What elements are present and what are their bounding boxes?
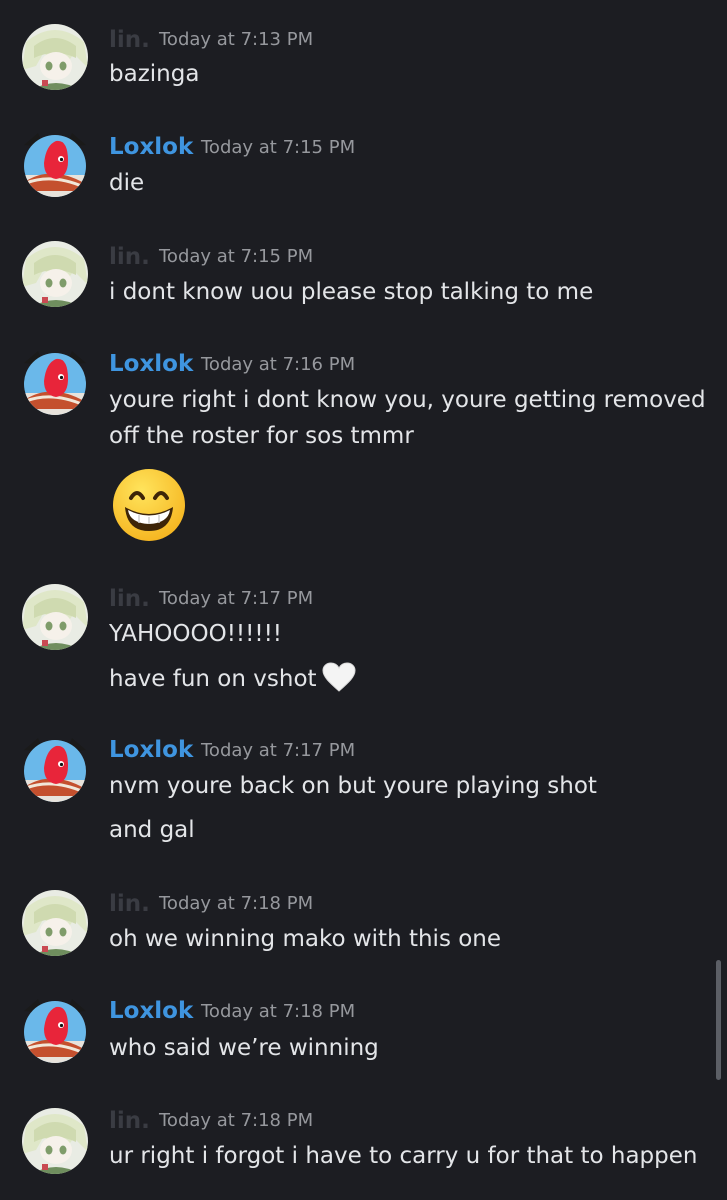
avatar-lin[interactable] (22, 24, 88, 90)
message-timestamp: Today at 7:17 PM (201, 740, 356, 761)
message-timestamp: Today at 7:16 PM (201, 354, 356, 375)
avatar-lin[interactable] (22, 241, 88, 307)
message-timestamp: Today at 7:18 PM (201, 1001, 356, 1022)
username[interactable]: Loxlok (109, 350, 193, 378)
username[interactable]: Loxlok (109, 736, 193, 764)
avatar-lin[interactable] (22, 1108, 88, 1174)
message-timestamp: Today at 7:18 PM (159, 893, 314, 914)
avatar-loxlok[interactable] (22, 349, 88, 415)
message-timestamp: Today at 7:15 PM (201, 137, 356, 158)
message-text: oh we winning mako with this one (109, 926, 502, 952)
message-text: who said we’re winning (109, 1035, 379, 1061)
white-heart-emoji (322, 662, 356, 700)
message-text: have fun on vshot (109, 666, 317, 692)
message-text-with-emoji: have fun on vshot (109, 662, 356, 700)
message-text: off the roster for sos tmmr (109, 423, 414, 449)
username[interactable]: lin. (109, 26, 150, 54)
avatar-loxlok[interactable] (22, 997, 88, 1063)
message-text: bazinga (109, 61, 200, 87)
message-text: i dont know uou please stop talking to m… (109, 279, 594, 305)
message-timestamp: Today at 7:17 PM (159, 588, 314, 609)
message-timestamp: Today at 7:15 PM (159, 246, 314, 267)
avatar-lin[interactable] (22, 584, 88, 650)
message-text: die (109, 170, 145, 196)
message-list[interactable]: lin. Today at 7:13 PM bazinga Loxlok Tod… (0, 0, 727, 1200)
avatar-lin[interactable] (22, 890, 88, 956)
scrollbar-thumb[interactable] (716, 960, 721, 1080)
message-timestamp: Today at 7:18 PM (159, 1110, 314, 1131)
avatar-loxlok[interactable] (22, 131, 88, 197)
message-text: ur right i forgot i have to carry u for … (109, 1143, 698, 1169)
username[interactable]: lin. (109, 890, 150, 918)
message-text: and gal (109, 817, 195, 843)
username[interactable]: lin. (109, 1107, 150, 1135)
username[interactable]: Loxlok (109, 133, 193, 161)
message-text: YAHOOOO!!!!!! (109, 621, 283, 647)
message-timestamp: Today at 7:13 PM (159, 29, 314, 50)
message-text: youre right i dont know you, youre getti… (109, 387, 706, 413)
username[interactable]: lin. (109, 585, 150, 613)
username[interactable]: lin. (109, 243, 150, 271)
grinning-face-emoji (111, 467, 187, 543)
message-text: nvm youre back on but youre playing shot (109, 773, 597, 799)
username[interactable]: Loxlok (109, 997, 193, 1025)
avatar-loxlok[interactable] (22, 736, 88, 802)
